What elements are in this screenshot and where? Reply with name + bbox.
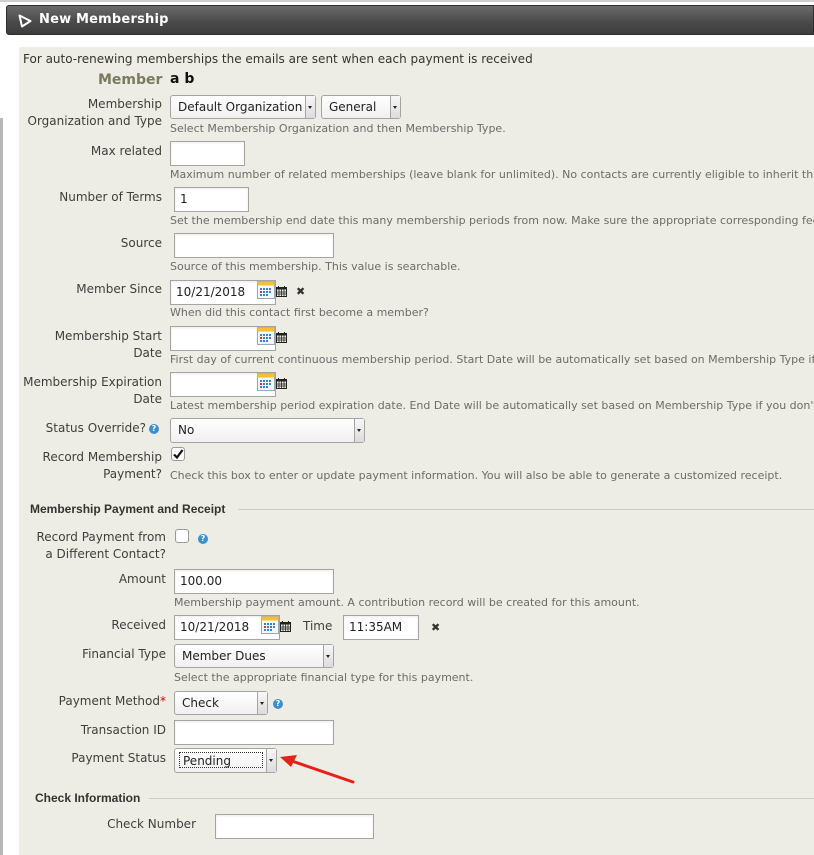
membership-organization-select[interactable]: Default Organization xyxy=(170,95,316,119)
transaction-id-label: Transaction ID xyxy=(80,723,166,737)
label-line: Payment? xyxy=(103,467,162,481)
amount-label: Amount xyxy=(118,572,166,586)
start-date-help: First day of current continuous membersh… xyxy=(170,353,814,366)
payment-section-title: Membership Payment and Receipt xyxy=(30,502,226,516)
different-contact-checkbox[interactable] xyxy=(175,529,189,543)
num-terms-help: Set the membership end date this many me… xyxy=(170,214,814,227)
member-since-help: When did this contact first become a mem… xyxy=(170,306,429,319)
label-line: Record Payment from xyxy=(36,530,166,544)
calendar-icon[interactable] xyxy=(280,621,291,632)
label-line: Membership Start xyxy=(54,329,162,343)
record-payment-label: Record Membership Payment? xyxy=(20,449,162,483)
amount-help: Membership payment amount. A contributio… xyxy=(174,596,640,609)
source-help: Source of this membership. This value is… xyxy=(170,260,461,273)
chevron-down-icon xyxy=(257,692,267,714)
status-override-select[interactable]: No xyxy=(170,418,365,443)
dialog-header[interactable]: New Membership xyxy=(6,5,814,35)
check-number-label: Check Number xyxy=(107,817,196,831)
source-label: Source xyxy=(120,236,162,250)
financial-type-label: Financial Type xyxy=(82,647,166,661)
num-terms-input[interactable]: 1 xyxy=(174,187,249,212)
record-payment-checkbox[interactable] xyxy=(171,447,185,461)
select-value: Default Organization xyxy=(178,100,303,114)
calendar-picker-icon[interactable] xyxy=(261,616,279,634)
calendar-picker-icon[interactable] xyxy=(257,281,275,299)
dialog-title: New Membership xyxy=(39,12,169,27)
select-value: Member Dues xyxy=(182,649,266,663)
label-line: a Different Contact? xyxy=(45,547,166,561)
start-date-label: Membership Start Date xyxy=(20,328,162,362)
financial-type-select[interactable]: Member Dues xyxy=(174,644,334,668)
payment-status-label: Payment Status xyxy=(71,751,166,765)
select-value: Pending xyxy=(179,752,263,768)
max-related-input[interactable] xyxy=(170,141,245,166)
select-value: Check xyxy=(182,696,219,710)
received-label: Received xyxy=(111,618,166,632)
member-since-label: Member Since xyxy=(76,282,162,296)
label-line: Organization and Type xyxy=(27,114,162,128)
calendar-icon[interactable] xyxy=(276,378,287,389)
label-text: Payment Method xyxy=(58,694,160,708)
max-related-help: Maximum number of related memberships (l… xyxy=(170,168,814,181)
section-divider xyxy=(238,509,814,510)
section-divider xyxy=(149,798,814,799)
auto-renew-notice: For auto-renewing memberships the emails… xyxy=(23,52,533,66)
select-value: General xyxy=(329,100,377,114)
membership-org-type-label: Membership Organization and Type xyxy=(20,96,162,130)
expiration-date-label: Membership Expiration Date xyxy=(20,374,162,408)
label-line: Record Membership xyxy=(42,450,162,464)
chevron-down-icon xyxy=(323,645,333,667)
calendar-icon[interactable] xyxy=(276,332,287,343)
annotation-arrow-icon xyxy=(280,755,355,784)
expiration-date-help: Latest membership period expiration date… xyxy=(170,399,814,412)
chevron-down-icon xyxy=(390,96,400,118)
max-related-label: Max related xyxy=(90,144,162,158)
triangle-icon[interactable] xyxy=(17,13,33,29)
required-marker: * xyxy=(160,694,166,708)
checkmark-icon xyxy=(173,449,184,460)
label-line: Membership xyxy=(87,97,162,111)
payment-method-select[interactable]: Check xyxy=(174,691,268,715)
select-value: No xyxy=(178,423,195,437)
financial-type-help: Select the appropriate financial type fo… xyxy=(174,671,474,684)
different-contact-label: Record Payment from a Different Contact? xyxy=(20,529,166,563)
clear-date-icon[interactable]: ✖ xyxy=(296,285,305,298)
received-time-input[interactable]: 11:35AM xyxy=(343,615,419,640)
amount-input[interactable]: 100.00 xyxy=(174,569,334,594)
calendar-icon[interactable] xyxy=(276,286,287,297)
calendar-picker-icon[interactable] xyxy=(257,327,275,345)
time-label: Time xyxy=(303,619,333,633)
calendar-picker-icon[interactable] xyxy=(257,373,275,391)
help-icon[interactable]: ? xyxy=(273,699,283,709)
label-line: Date xyxy=(133,392,162,406)
check-number-input[interactable] xyxy=(215,814,374,839)
record-payment-help: Check this box to enter or update paymen… xyxy=(170,469,783,482)
transaction-id-input[interactable] xyxy=(174,720,334,745)
payment-status-select[interactable]: Pending xyxy=(174,748,277,773)
num-terms-label: Number of Terms xyxy=(59,190,162,204)
chevron-down-icon xyxy=(354,419,364,442)
payment-method-label: Payment Method* xyxy=(20,693,166,710)
label-line: Membership Expiration xyxy=(23,375,162,389)
membership-org-type-help: Select Membership Organization and then … xyxy=(170,122,506,135)
help-icon[interactable]: ? xyxy=(198,534,208,544)
clear-date-icon[interactable]: ✖ xyxy=(431,621,440,634)
label-line: Date xyxy=(133,346,162,360)
membership-type-select[interactable]: General xyxy=(321,95,401,119)
source-input[interactable] xyxy=(174,233,334,258)
help-icon[interactable]: ? xyxy=(149,424,159,434)
left-edge xyxy=(0,118,3,855)
status-override-label: Status Override? xyxy=(45,421,146,435)
member-name: a b xyxy=(170,71,195,87)
check-section-title: Check Information xyxy=(35,791,141,805)
chevron-down-icon xyxy=(305,96,315,118)
member-label: Member xyxy=(98,72,163,88)
